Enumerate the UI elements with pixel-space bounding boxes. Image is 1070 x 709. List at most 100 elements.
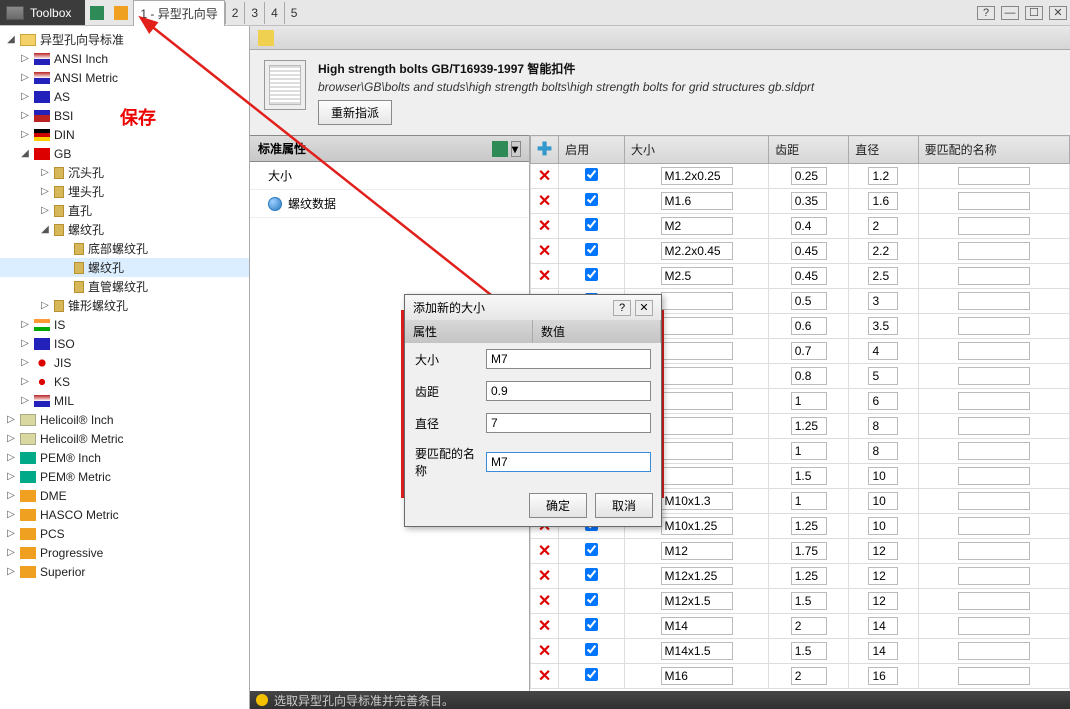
cell-pitch[interactable] <box>791 442 827 460</box>
cell-size[interactable] <box>661 392 733 410</box>
reassign-button[interactable]: 重新指派 <box>318 100 392 125</box>
tree-ansi-metric[interactable]: ▷ANSI Metric <box>0 68 249 87</box>
cell-match[interactable] <box>958 542 1030 560</box>
tree-zhiguan[interactable]: 直管螺纹孔 <box>0 277 249 296</box>
cell-size[interactable] <box>661 617 733 635</box>
cell-match[interactable] <box>958 642 1030 660</box>
tree-dibu[interactable]: 底部螺纹孔 <box>0 239 249 258</box>
tree-luowen[interactable]: ◢螺纹孔 <box>0 220 249 239</box>
tree-ansi-inch[interactable]: ▷ANSI Inch <box>0 49 249 68</box>
delete-row-icon[interactable]: ✕ <box>538 218 551 235</box>
cell-pitch[interactable] <box>791 367 827 385</box>
cell-pitch[interactable] <box>791 417 827 435</box>
tree-root[interactable]: ◢异型孔向导标准 <box>0 30 249 49</box>
delete-row-icon[interactable]: ✕ <box>538 543 551 560</box>
tab-1[interactable]: 1 - 异型孔向导 <box>133 0 224 26</box>
cell-dia[interactable] <box>868 392 898 410</box>
delete-row-icon[interactable]: ✕ <box>538 593 551 610</box>
cell-pitch[interactable] <box>791 242 827 260</box>
cell-match[interactable] <box>958 467 1030 485</box>
tree-chenkou[interactable]: ▷沉头孔 <box>0 163 249 182</box>
cell-dia[interactable] <box>868 267 898 285</box>
dialog-input-pitch[interactable] <box>486 381 651 401</box>
dialog-ok-button[interactable]: 确定 <box>529 493 587 518</box>
cell-dia[interactable] <box>868 192 898 210</box>
tab-5[interactable]: 5 <box>284 2 304 24</box>
tree-prog[interactable]: ▷Progressive <box>0 543 249 562</box>
cell-match[interactable] <box>958 617 1030 635</box>
delete-row-icon[interactable]: ✕ <box>538 268 551 285</box>
tree-zhui[interactable]: ▷锥形螺纹孔 <box>0 296 249 315</box>
cell-size[interactable] <box>661 192 733 210</box>
edit-icon[interactable] <box>258 30 274 46</box>
export-excel-icon[interactable] <box>492 141 508 157</box>
cell-size[interactable] <box>661 417 733 435</box>
col-enable[interactable]: 启用 <box>559 136 625 164</box>
cell-pitch[interactable] <box>791 517 827 535</box>
cell-size[interactable] <box>661 517 733 535</box>
property-item-thread[interactable]: 螺纹数据 <box>250 190 529 218</box>
tree-dme[interactable]: ▷DME <box>0 486 249 505</box>
tree-zhi[interactable]: ▷直孔 <box>0 201 249 220</box>
tree-hasco[interactable]: ▷HASCO Metric <box>0 505 249 524</box>
cell-match[interactable] <box>958 217 1030 235</box>
cell-size[interactable] <box>661 217 733 235</box>
tree-iso[interactable]: ▷ISO <box>0 334 249 353</box>
cell-dia[interactable] <box>868 492 898 510</box>
tree-helicoil-mm[interactable]: ▷Helicoil® Metric <box>0 429 249 448</box>
cell-size[interactable] <box>661 492 733 510</box>
cell-dia[interactable] <box>868 642 898 660</box>
enable-checkbox[interactable] <box>585 193 598 206</box>
enable-checkbox[interactable] <box>585 243 598 256</box>
cell-size[interactable] <box>661 667 733 685</box>
cell-size[interactable] <box>661 267 733 285</box>
tree-ks[interactable]: ▷KS <box>0 372 249 391</box>
dialog-help-button[interactable]: ? <box>613 300 631 316</box>
cell-match[interactable] <box>958 567 1030 585</box>
cell-dia[interactable] <box>868 542 898 560</box>
help-button[interactable]: ? <box>977 6 995 20</box>
tree-maitou[interactable]: ▷埋头孔 <box>0 182 249 201</box>
cell-dia[interactable] <box>868 292 898 310</box>
cell-match[interactable] <box>958 367 1030 385</box>
cell-size[interactable] <box>661 317 733 335</box>
delete-row-icon[interactable]: ✕ <box>538 618 551 635</box>
cell-dia[interactable] <box>868 317 898 335</box>
delete-row-icon[interactable]: ✕ <box>538 193 551 210</box>
tree-helicoil-in[interactable]: ▷Helicoil® Inch <box>0 410 249 429</box>
cell-match[interactable] <box>958 592 1030 610</box>
cell-size[interactable] <box>661 467 733 485</box>
dialog-cancel-button[interactable]: 取消 <box>595 493 653 518</box>
cell-size[interactable] <box>661 567 733 585</box>
cell-pitch[interactable] <box>791 192 827 210</box>
cell-dia[interactable] <box>868 367 898 385</box>
cell-pitch[interactable] <box>791 592 827 610</box>
dialog-close-button[interactable]: ✕ <box>635 300 653 316</box>
cell-match[interactable] <box>958 192 1030 210</box>
cell-size[interactable] <box>661 292 733 310</box>
tree-sup[interactable]: ▷Superior <box>0 562 249 581</box>
cell-pitch[interactable] <box>791 317 827 335</box>
cell-size[interactable] <box>661 342 733 360</box>
cell-dia[interactable] <box>868 667 898 685</box>
cell-match[interactable] <box>958 167 1030 185</box>
enable-checkbox[interactable] <box>585 543 598 556</box>
cell-pitch[interactable] <box>791 167 827 185</box>
cell-dia[interactable] <box>868 567 898 585</box>
enable-checkbox[interactable] <box>585 643 598 656</box>
delete-row-icon[interactable]: ✕ <box>538 168 551 185</box>
cell-match[interactable] <box>958 267 1030 285</box>
cell-match[interactable] <box>958 492 1030 510</box>
tree-is[interactable]: ▷IS <box>0 315 249 334</box>
cell-size[interactable] <box>661 642 733 660</box>
cell-pitch[interactable] <box>791 617 827 635</box>
cell-pitch[interactable] <box>791 292 827 310</box>
enable-checkbox[interactable] <box>585 668 598 681</box>
tree-pem-mm[interactable]: ▷PEM® Metric <box>0 467 249 486</box>
maximize-button[interactable]: ☐ <box>1025 6 1043 20</box>
close-button[interactable]: ✕ <box>1049 6 1067 20</box>
tree-pcs[interactable]: ▷PCS <box>0 524 249 543</box>
cell-dia[interactable] <box>868 342 898 360</box>
tree-pem-in[interactable]: ▷PEM® Inch <box>0 448 249 467</box>
cell-match[interactable] <box>958 442 1030 460</box>
